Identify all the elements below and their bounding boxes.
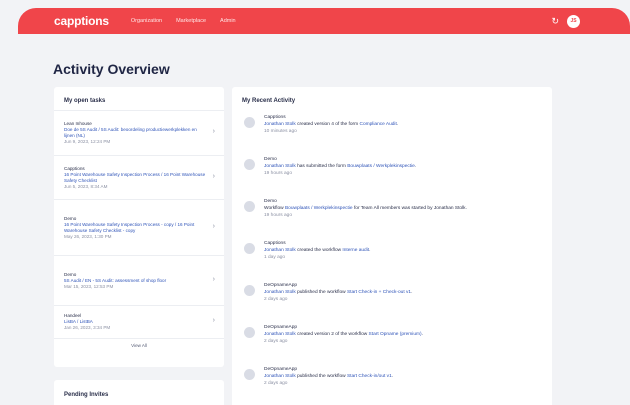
activity-text: for Team All members was started by Jona… xyxy=(352,206,467,211)
target-link[interactable]: Start Check-in/out v1 xyxy=(347,374,392,379)
org-avatar xyxy=(244,201,255,212)
activity-item: Capptions Jonathan Stolk created version… xyxy=(242,114,542,144)
activity-text: . xyxy=(421,332,423,337)
org-avatar xyxy=(244,117,255,128)
activity-org: Capptions xyxy=(264,115,286,120)
task-item[interactable]: Lean Inhouse Doe de 5S Audit / 5S Audit:… xyxy=(54,111,224,156)
user-avatar[interactable]: JS xyxy=(567,14,580,28)
org-avatar xyxy=(244,159,255,170)
task-date: Mar 15, 2023, 12:53 PM xyxy=(64,283,114,289)
open-tasks-card: My open tasks Lean Inhouse Doe de 5S Aud… xyxy=(54,87,224,367)
activity-text: has submitted the form xyxy=(295,164,348,169)
actor-link[interactable]: Jonathan Stolk xyxy=(264,374,296,379)
activity-text: created version 2 of the workflow xyxy=(295,332,369,337)
activity-org: Demo xyxy=(264,199,277,204)
pending-invites-title: Pending Invites xyxy=(64,392,109,398)
activity-text: created version 4 of the form xyxy=(295,122,360,127)
nav-organization[interactable]: Organization xyxy=(131,18,162,24)
activity-time: 1 day ago xyxy=(264,255,286,260)
activity-org: DeOpnameApp xyxy=(264,283,298,288)
task-item[interactable]: Handeel LisBA / ListBA Jan 26, 2023, 3:3… xyxy=(54,306,224,339)
main-nav: Organization Marketplace Admin xyxy=(131,18,250,24)
activity-text: . xyxy=(414,164,417,169)
actor-link[interactable]: Jonathan Stolk xyxy=(264,290,296,295)
topbar-actions: ↻ JS xyxy=(551,14,580,28)
target-link[interactable]: Start Opname (premium) xyxy=(369,332,422,337)
activity-item: DeOpnameApp Jonathan Stolk created versi… xyxy=(242,324,542,354)
target-link[interactable]: Start Check-in + Check-out v1 xyxy=(347,290,411,295)
activity-time: 2 days ago xyxy=(264,297,288,302)
activity-time: 2 days ago xyxy=(264,381,288,386)
task-path: 16 Point Warehouse Safety Inspection Pro… xyxy=(64,221,195,233)
target-link[interactable]: Interne audit xyxy=(342,248,369,253)
activity-item: Demo Jonathan Stolk has submitted the fo… xyxy=(242,156,542,186)
task-date: Jan 26, 2023, 3:34 PM xyxy=(64,325,111,330)
refresh-icon[interactable]: ↻ xyxy=(551,16,559,27)
task-date: Jun 5, 2023, 8:34 AM xyxy=(64,183,108,189)
activity-time: 2 days ago xyxy=(264,339,288,344)
activity-item: DeOpnameApp Jonathan Stolk published the… xyxy=(242,282,542,312)
activity-item: Demo Workflow Bouwplaats / Werkplekinspe… xyxy=(242,198,542,228)
top-navigation-bar: capptions Organization Marketplace Admin… xyxy=(18,8,630,34)
recent-activity-title: My Recent Activity xyxy=(242,98,296,104)
nav-admin[interactable]: Admin xyxy=(220,18,236,24)
activity-time: 10 minutes ago xyxy=(264,129,297,134)
activity-time: 19 hours ago xyxy=(264,171,293,176)
activity-org: DeOpnameApp xyxy=(264,367,298,372)
recent-activity-card: My Recent Activity Capptions Jonathan St… xyxy=(232,87,552,405)
activity-text: Workflow xyxy=(264,206,285,211)
actor-link[interactable]: Jonathan Stolk xyxy=(264,164,296,169)
activity-text: . xyxy=(411,290,413,295)
task-item[interactable]: Capptions 16 Point Warehouse Safety Insp… xyxy=(54,156,224,200)
target-link[interactable]: Compliance Audit xyxy=(359,122,396,127)
org-avatar xyxy=(244,327,255,338)
activity-text: published the workflow xyxy=(295,374,347,379)
actor-link[interactable]: Jonathan Stolk xyxy=(264,248,296,253)
chevron-right-icon: › xyxy=(212,275,215,283)
org-avatar xyxy=(244,285,255,296)
actor-link[interactable]: Jonathan Stolk xyxy=(264,122,296,127)
chevron-right-icon: › xyxy=(212,317,215,324)
activity-org: DeOpnameApp xyxy=(264,325,298,330)
org-avatar xyxy=(244,369,255,380)
capptions-logo[interactable]: capptions xyxy=(54,14,109,28)
chevron-right-icon: › xyxy=(212,128,215,135)
target-link[interactable]: Bouwplaats / Werkplekinspectie xyxy=(285,206,353,211)
target-link[interactable]: Bouwplaats / Werkplekinspectie xyxy=(347,164,415,169)
activity-org: Demo xyxy=(264,157,277,162)
nav-marketplace[interactable]: Marketplace xyxy=(176,18,206,24)
activity-text: . xyxy=(369,248,371,253)
activity-text: published the workflow xyxy=(295,290,347,295)
org-avatar xyxy=(244,243,255,254)
chevron-right-icon: › xyxy=(212,222,215,230)
open-tasks-title: My open tasks xyxy=(54,87,224,111)
activity-time: 19 hours ago xyxy=(264,213,293,218)
task-item[interactable]: Demo 5S Audit / EN - 5S Audit: assessmen… xyxy=(54,256,224,306)
task-date: May 26, 2023, 1:30 PM xyxy=(64,233,112,239)
view-all-link[interactable]: View All xyxy=(54,339,224,348)
page-title: Activity Overview xyxy=(53,61,170,77)
activity-item: Capptions Jonathan Stolk created the wor… xyxy=(242,240,542,270)
activity-text: . xyxy=(391,374,394,379)
activity-item: DeOpnameApp Jonathan Stolk published the… xyxy=(242,366,542,396)
activity-org: Capptions xyxy=(264,241,286,246)
pending-invites-card: Pending Invites xyxy=(54,380,224,405)
activity-text: created the workflow xyxy=(295,248,343,253)
actor-link[interactable]: Jonathan Stolk xyxy=(264,332,296,337)
task-item[interactable]: Demo 16 Point Warehouse Safety Inspectio… xyxy=(54,200,224,256)
chevron-right-icon: › xyxy=(212,172,215,180)
activity-text: . xyxy=(396,122,399,127)
task-path: Doe de 5S Audit / 5S Audit: beoordeling … xyxy=(64,127,197,138)
task-date: Jun 9, 2023, 12:24 PM xyxy=(64,139,111,144)
task-path: 16 Point Warehouse Safety Inspection Pro… xyxy=(64,171,206,183)
